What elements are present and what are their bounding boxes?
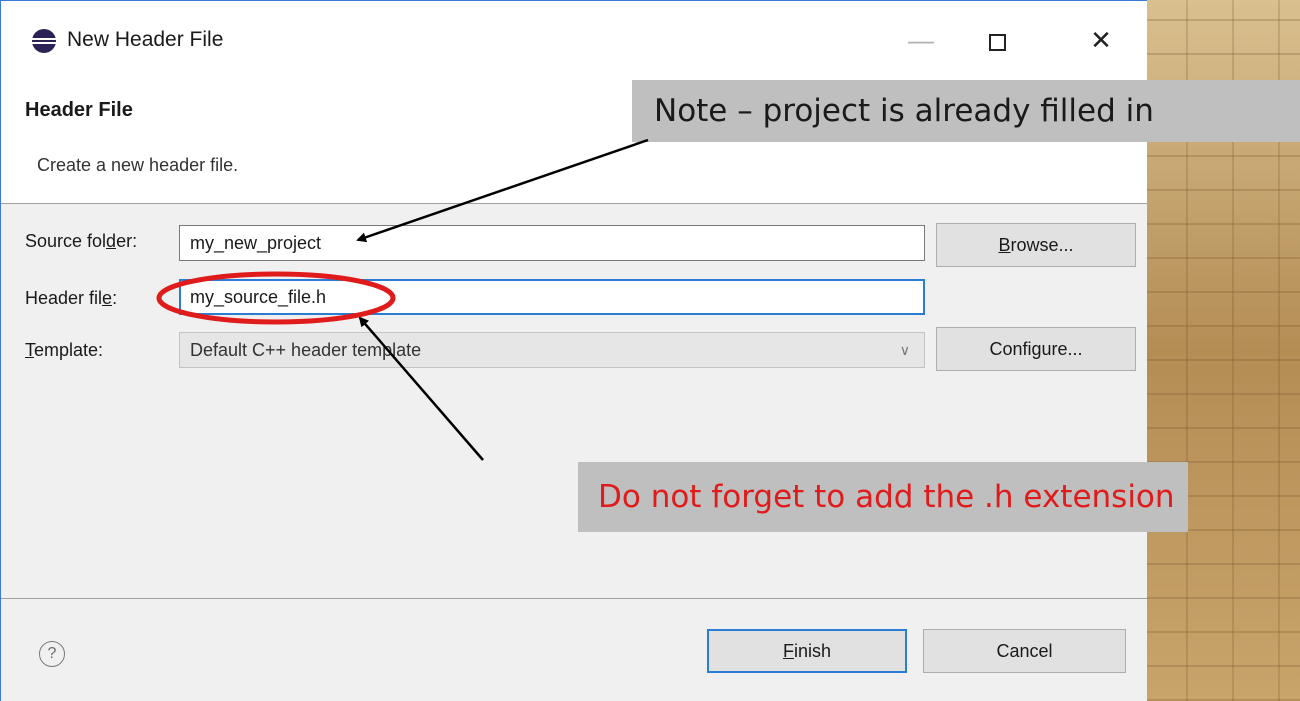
close-button[interactable]: ✕ <box>1071 15 1131 65</box>
template-select[interactable]: Default C++ header template ∨ <box>179 332 925 368</box>
finish-button[interactable]: Finish <box>707 629 907 673</box>
source-folder-input[interactable]: my_new_project <box>179 225 925 261</box>
title-bar: New Header File — ✕ <box>1 1 1147 79</box>
minimize-button[interactable]: — <box>891 15 951 65</box>
eclipse-icon <box>32 29 56 53</box>
template-selected-value: Default C++ header template <box>190 340 422 360</box>
header-file-label: Header file: <box>25 288 118 308</box>
window-title: New Header File <box>67 28 224 51</box>
maximize-icon <box>988 33 1006 51</box>
header-file-input[interactable]: my_source_file.h <box>179 279 925 315</box>
cancel-button[interactable]: Cancel <box>923 629 1126 673</box>
source-folder-label: Source folder: <box>25 231 138 251</box>
chevron-down-icon: ∨ <box>899 342 910 358</box>
close-icon: ✕ <box>1090 25 1112 55</box>
page-title: Header File <box>25 99 133 121</box>
maximize-button[interactable] <box>967 15 1027 65</box>
minimize-icon: — <box>908 25 934 55</box>
note-extension-callout: Do not forget to add the .h extension <box>578 462 1188 532</box>
form-area: Source folder: my_new_project Browse... … <box>1 204 1147 599</box>
browse-button[interactable]: Browse... <box>936 223 1136 267</box>
page-description: Create a new header file. <box>37 155 239 175</box>
configure-button[interactable]: Configure... <box>936 327 1136 371</box>
help-icon[interactable]: ? <box>39 641 65 667</box>
template-label: Template: <box>25 340 104 360</box>
note-project-callout: Note – project is already filled in <box>632 80 1300 142</box>
